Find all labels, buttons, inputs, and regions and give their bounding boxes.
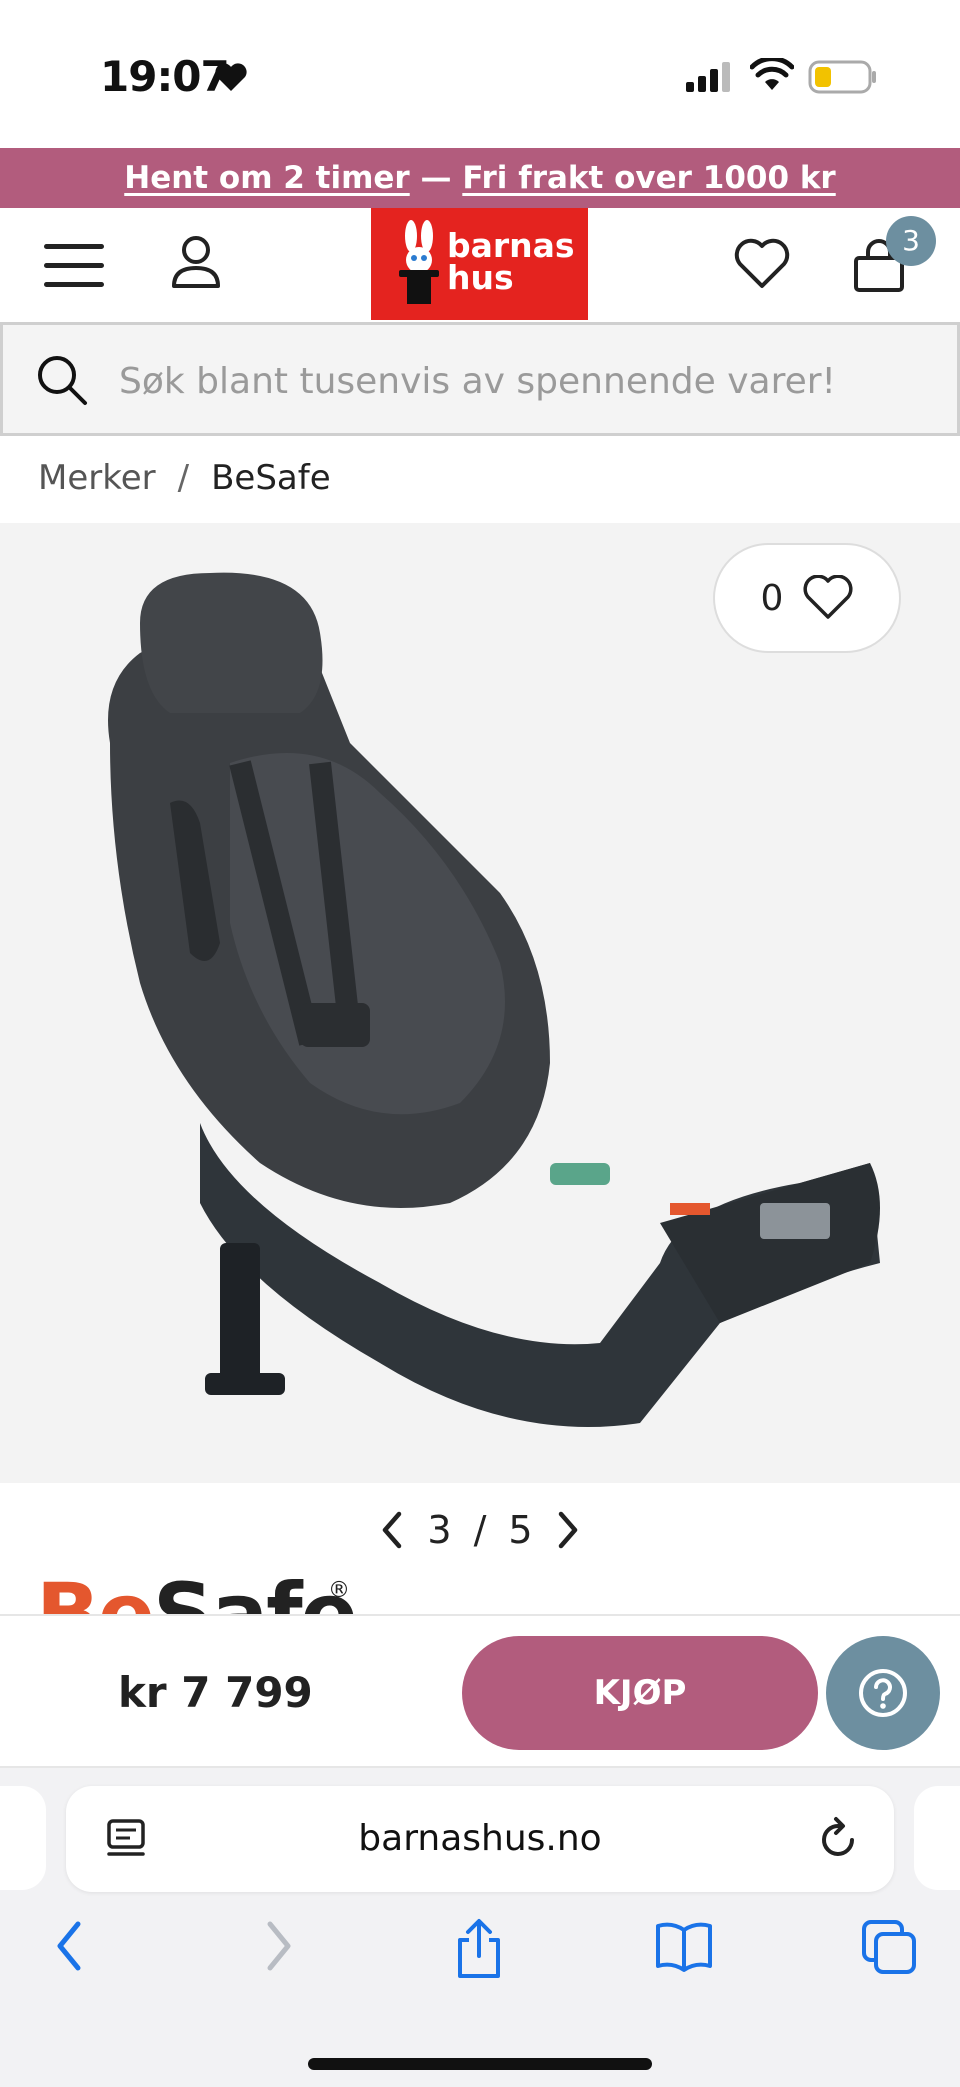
site-header: barnas hus 3 bbox=[0, 208, 960, 320]
brand-logo-besafe[interactable]: BeSafe ® bbox=[36, 1572, 456, 1614]
signal-icon bbox=[686, 62, 730, 92]
safari-toolbar: barnashus.no bbox=[0, 1768, 960, 2087]
hamburger-menu-icon[interactable] bbox=[44, 244, 104, 288]
back-icon[interactable] bbox=[52, 1918, 86, 1974]
promo-banner: Hent om 2 timer — Fri frakt over 1000 kr bbox=[0, 148, 960, 208]
address-bar[interactable]: barnashus.no bbox=[66, 1786, 894, 1892]
product-price: kr 7 799 bbox=[118, 1668, 313, 1717]
forward-icon[interactable] bbox=[262, 1918, 296, 1974]
status-time: 19:07 bbox=[100, 52, 230, 101]
breadcrumb-separator: / bbox=[177, 458, 190, 498]
search-bar bbox=[0, 322, 960, 436]
heart-outline-icon bbox=[803, 575, 853, 619]
brand-logo-text: BeSafe bbox=[36, 1572, 358, 1614]
search-icon bbox=[38, 356, 87, 405]
url-text: barnashus.no bbox=[358, 1818, 602, 1859]
previous-tab-preview[interactable] bbox=[0, 1786, 46, 1890]
pager-total: 5 bbox=[508, 1508, 533, 1552]
next-tab-preview[interactable] bbox=[914, 1786, 960, 1890]
breadcrumb-item-merker[interactable]: Merker bbox=[38, 458, 156, 498]
share-icon[interactable] bbox=[454, 1918, 504, 1980]
chevron-right-icon[interactable] bbox=[555, 1510, 581, 1550]
status-bar: 19:07 bbox=[0, 0, 960, 148]
wifi-icon bbox=[750, 58, 794, 90]
pickup-link[interactable]: Hent om 2 timer bbox=[124, 160, 409, 196]
help-button[interactable] bbox=[826, 1636, 940, 1750]
favorite-count: 0 bbox=[760, 577, 784, 619]
image-pager: 3 / 5 bbox=[0, 1500, 960, 1560]
wishlist-heart-icon[interactable] bbox=[734, 238, 790, 290]
question-mark-icon bbox=[859, 1669, 907, 1717]
registered-mark: ® bbox=[328, 1578, 350, 1603]
user-icon[interactable] bbox=[170, 234, 222, 290]
heart-icon bbox=[215, 63, 247, 91]
pager-current: 3 bbox=[427, 1508, 452, 1552]
barnashus-logo[interactable]: barnas hus bbox=[371, 208, 588, 320]
promo-separator: — bbox=[409, 160, 463, 196]
favorite-button[interactable]: 0 bbox=[713, 543, 901, 653]
home-indicator bbox=[308, 2058, 652, 2070]
buy-button[interactable]: KJØP bbox=[462, 1636, 818, 1750]
logo-text: barnas hus bbox=[447, 229, 575, 297]
reload-icon[interactable] bbox=[818, 1816, 860, 1860]
bunny-hat-icon bbox=[399, 220, 439, 304]
pager-separator: / bbox=[473, 1508, 487, 1552]
free-shipping-link[interactable]: Fri frakt over 1000 kr bbox=[462, 160, 835, 196]
promo-text: Hent om 2 timer — Fri frakt over 1000 kr bbox=[124, 160, 835, 196]
breadcrumb: Merker / BeSafe bbox=[38, 458, 331, 498]
breadcrumb-item-besafe[interactable]: BeSafe bbox=[211, 458, 331, 498]
safari-nav-row bbox=[0, 1918, 960, 2008]
battery-icon bbox=[808, 60, 876, 94]
car-seat-product-image bbox=[108, 572, 880, 1427]
bookmarks-icon[interactable] bbox=[654, 1918, 714, 1974]
sticky-buy-bar: kr 7 799 KJØP bbox=[0, 1614, 960, 1768]
search-input[interactable] bbox=[119, 353, 939, 409]
product-gallery[interactable]: 0 bbox=[0, 523, 960, 1483]
logo-line2: hus bbox=[447, 258, 514, 297]
cart-count-badge: 3 bbox=[886, 216, 936, 266]
chevron-left-icon[interactable] bbox=[379, 1510, 405, 1550]
tabs-icon[interactable] bbox=[860, 1918, 918, 1976]
